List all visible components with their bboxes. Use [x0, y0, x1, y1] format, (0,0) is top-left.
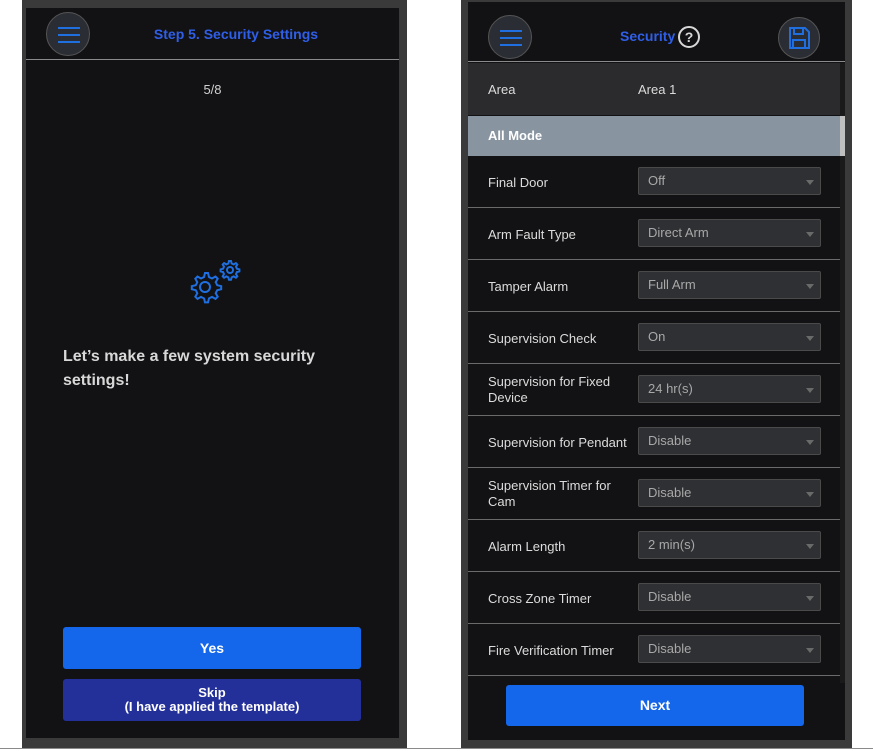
chevron-down-icon: [806, 388, 814, 393]
hamburger-menu-icon-bar: [500, 37, 522, 39]
setting-value: Disable: [648, 433, 692, 448]
setting-row-tamper-alarm: Tamper Alarm Full Arm: [468, 260, 840, 312]
setting-value: Off: [648, 173, 666, 188]
setting-dropdown[interactable]: Off: [638, 167, 821, 195]
setting-label: Cross Zone Timer: [488, 591, 592, 606]
setting-label: Alarm Length: [488, 539, 566, 554]
setting-row-alarm-length: Alarm Length 2 min(s): [468, 520, 840, 572]
skip-button[interactable]: Skip (I have applied the template): [63, 679, 361, 721]
setting-dropdown[interactable]: Full Arm: [638, 271, 821, 299]
security-screen: Security ? Area Area 1 All Mode Final Do…: [468, 2, 845, 740]
save-floppy-icon: [789, 27, 810, 49]
gears-icon: [186, 260, 246, 315]
setting-label: Supervision Timer for Cam: [488, 478, 611, 509]
setting-row-supervision-fixed-device: Supervision for Fixed Device 24 hr(s): [468, 364, 840, 416]
chevron-down-icon: [806, 336, 814, 341]
setting-row-arm-fault-type: Arm Fault Type Direct Arm: [468, 208, 840, 260]
wizard-panel: Step 5. Security Settings 5/8 Let’s make…: [22, 0, 407, 749]
scrollbar-thumb[interactable]: [840, 116, 845, 156]
yes-button[interactable]: Yes: [63, 627, 361, 669]
menu-button[interactable]: [488, 15, 532, 59]
setting-dropdown[interactable]: Disable: [638, 635, 821, 663]
setting-label: Supervision for Fixed Device: [488, 374, 611, 405]
setting-value: Full Arm: [648, 277, 696, 292]
hamburger-menu-icon: [58, 27, 80, 29]
hamburger-menu-icon-bar: [58, 34, 80, 36]
mode-section-header: All Mode: [468, 116, 840, 156]
setting-label: Supervision Check: [488, 331, 597, 346]
setting-value: 2 min(s): [648, 537, 695, 552]
wizard-header: Step 5. Security Settings: [26, 8, 399, 60]
page-title: Security: [620, 28, 676, 44]
setting-value: 24 hr(s): [648, 381, 693, 396]
chevron-down-icon: [806, 596, 814, 601]
security-panel: Security ? Area Area 1 All Mode Final Do…: [461, 0, 852, 749]
chevron-down-icon: [806, 232, 814, 237]
intro-text: Let’s make a few system security setting…: [63, 348, 315, 389]
setting-value: Disable: [648, 485, 692, 500]
setting-value: Direct Arm: [648, 225, 709, 240]
setting-row-fire-verification-timer: Fire Verification Timer Disable: [468, 624, 840, 676]
help-circle-icon[interactable]: ?: [678, 26, 700, 48]
skip-button-label: Skip: [198, 685, 226, 700]
setting-dropdown[interactable]: 2 min(s): [638, 531, 821, 559]
setting-dropdown[interactable]: Disable: [638, 427, 821, 455]
save-button[interactable]: [778, 17, 820, 59]
setting-row-final-door: Final Door Off: [468, 156, 840, 208]
hamburger-menu-icon-bar: [500, 44, 522, 46]
page-title: Step 5. Security Settings: [153, 26, 319, 42]
hamburger-menu-icon-bar: [58, 41, 80, 43]
setting-label: Fire Verification Timer: [488, 643, 614, 658]
security-header: Security ?: [468, 2, 845, 62]
setting-dropdown[interactable]: Disable: [638, 583, 821, 611]
setting-row-supervision-check: Supervision Check On: [468, 312, 840, 364]
setting-row-supervision-timer-cam: Supervision Timer for Cam Disable: [468, 468, 840, 520]
step-counter: 5/8: [203, 82, 222, 97]
setting-label: Tamper Alarm: [488, 279, 569, 294]
setting-label: Final Door: [488, 175, 548, 190]
chevron-down-icon: [806, 440, 814, 445]
area-value: Area 1: [638, 82, 677, 97]
setting-value: Disable: [648, 641, 692, 656]
menu-button[interactable]: [46, 12, 90, 56]
area-row: Area Area 1: [468, 63, 840, 115]
setting-label: Supervision for Pendant: [488, 435, 627, 450]
chevron-down-icon: [806, 648, 814, 653]
hamburger-menu-icon: [500, 30, 522, 32]
wizard-screen: Step 5. Security Settings 5/8 Let’s make…: [26, 8, 399, 738]
chevron-down-icon: [806, 284, 814, 289]
setting-dropdown[interactable]: 24 hr(s): [638, 375, 821, 403]
scrollbar-track[interactable]: [840, 63, 845, 683]
skip-button-sublabel: (I have applied the template): [124, 699, 300, 714]
setting-dropdown[interactable]: On: [638, 323, 821, 351]
setting-dropdown[interactable]: Disable: [638, 479, 821, 507]
setting-value: On: [648, 329, 666, 344]
area-label: Area: [488, 82, 516, 97]
setting-row-cross-zone-timer: Cross Zone Timer Disable: [468, 572, 840, 624]
divider: [0, 748, 873, 749]
chevron-down-icon: [806, 492, 814, 497]
mode-section-title: All Mode: [488, 128, 543, 143]
setting-dropdown[interactable]: Direct Arm: [638, 219, 821, 247]
setting-value: Disable: [648, 589, 692, 604]
chevron-down-icon: [806, 544, 814, 549]
next-button[interactable]: Next: [506, 685, 804, 726]
setting-row-supervision-pendant: Supervision for Pendant Disable: [468, 416, 840, 468]
setting-label: Arm Fault Type: [488, 227, 576, 242]
chevron-down-icon: [806, 180, 814, 185]
